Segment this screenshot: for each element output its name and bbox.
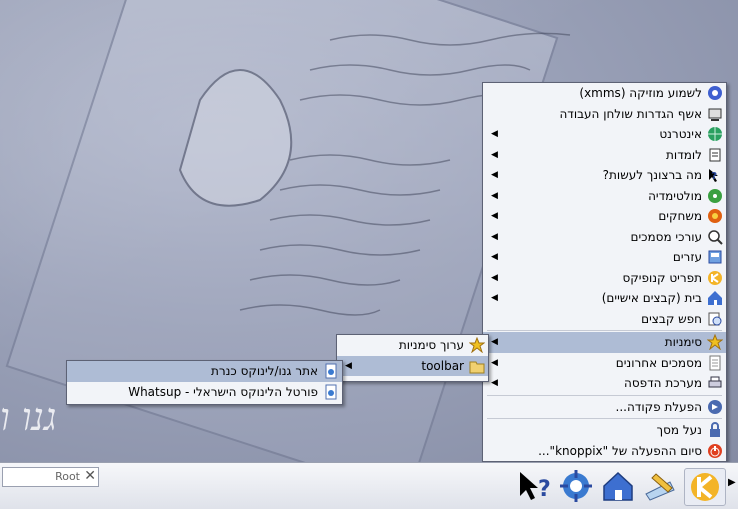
- toolbar-folder-icon: [469, 358, 485, 374]
- menu-item-label: משחקים: [658, 209, 702, 223]
- menu-item[interactable]: נעל מסך: [483, 420, 726, 441]
- menu-item-label: סימניות: [664, 335, 702, 349]
- menu-item-label: הפעלת פקודה...: [615, 399, 702, 414]
- bookmarks-submenu: ערוך סימניות toolbar ◀: [336, 334, 489, 382]
- submenu-arrow-icon: ◀: [491, 337, 498, 347]
- music-icon: [707, 85, 723, 101]
- kmenu-icon[interactable]: [684, 468, 726, 506]
- menu-item[interactable]: סיום ההפעלה של "knoppix"...: [483, 441, 726, 462]
- menu-separator: [487, 418, 722, 419]
- svg-text:?: ?: [711, 171, 717, 182]
- submenu-arrow-icon: ◀: [491, 149, 498, 160]
- menu-item[interactable]: חפש קבצים: [483, 309, 726, 330]
- menu-item-label: נעל מסך: [656, 423, 702, 437]
- menu-item-label: אינטרנט: [659, 127, 702, 141]
- run-command-icon: [707, 399, 723, 415]
- menu-item[interactable]: מערכת הדפסה ◀: [483, 373, 726, 394]
- utilities-icon: [707, 249, 723, 265]
- desktop-wizard-icon: [707, 106, 723, 122]
- submenu-arrow-icon: ◀: [345, 360, 352, 371]
- menu-item[interactable]: ? מה ברצונך לעשות? ◀: [483, 165, 726, 186]
- menu-item[interactable]: פורטל הלינוקס הישראלי - Whatsup: [67, 382, 342, 403]
- magnifier-icon: [707, 229, 723, 245]
- submenu-arrow-icon: ◀: [491, 272, 498, 283]
- menu-item[interactable]: אינטרנט ◀: [483, 124, 726, 145]
- menu-item[interactable]: עזרים ◀: [483, 247, 726, 268]
- menu-separator: [487, 394, 722, 396]
- web-page-icon: [323, 384, 339, 400]
- close-icon[interactable]: ✕: [84, 468, 96, 484]
- lock-icon: [707, 422, 723, 438]
- svg-text:?: ?: [538, 477, 551, 502]
- menu-item-label: ערוך סימניות: [398, 338, 464, 352]
- submenu-arrow-icon: ◀: [491, 211, 498, 221]
- menu-item[interactable]: ערוך סימניות: [337, 335, 488, 356]
- submenu-arrow-icon: ◀: [491, 129, 498, 139]
- menu-item[interactable]: הפעלת פקודה...: [483, 397, 726, 418]
- submenu-arrow-icon: ◀: [491, 378, 498, 388]
- menu-item[interactable]: מסמכים אחרונים ◀: [483, 353, 726, 374]
- edutainment-icon: [707, 147, 723, 163]
- menu-item[interactable]: משחקים ◀: [483, 206, 726, 227]
- home-folder-icon[interactable]: [600, 468, 636, 504]
- menu-item[interactable]: לשמוע מוזיקה (xmms): [483, 83, 726, 104]
- menu-item-label: סיום ההפעלה של "knoppix"...: [538, 443, 702, 458]
- submenu-arrow-icon: ◀: [491, 293, 498, 303]
- submenu-arrow-icon: ◀: [491, 357, 498, 368]
- globe-icon: [707, 126, 723, 142]
- menu-item[interactable]: בית (קבצים אישיים) ◀: [483, 288, 726, 309]
- submenu-arrow-icon: ◀: [491, 231, 498, 242]
- bookmarks-star-icon: [706, 333, 724, 351]
- editor-icon[interactable]: [642, 468, 678, 504]
- menu-item-label: מולטימדיה: [648, 188, 702, 203]
- menu-item-label: אתר גנו/לינוקס כנרת: [210, 364, 318, 378]
- menu-item-label: לומדות: [666, 147, 702, 162]
- find-files-icon: [707, 311, 723, 327]
- menu-item[interactable]: אתר גנו/לינוקס כנרת: [67, 361, 342, 382]
- menu-item-label: בית (קבצים אישיים): [601, 291, 702, 305]
- help-icon[interactable]: ?: [516, 468, 552, 504]
- help-arrow-icon: ?: [707, 167, 723, 183]
- menu-item-label: מערכת הדפסה: [624, 376, 702, 390]
- menu-separator: [487, 330, 722, 331]
- menu-item-label: פורטל הלינוקס הישראלי - Whatsup: [128, 384, 318, 399]
- menu-item-label: תפריט קנופיקס: [622, 270, 703, 285]
- kmenu-main: לשמוע מוזיקה (xmms) אשף הגדרות שולחן העבו…: [482, 82, 727, 462]
- menu-item-label: מה ברצונך לעשות?: [602, 168, 702, 182]
- home-icon: [707, 290, 723, 306]
- network-icon[interactable]: [558, 468, 594, 504]
- menu-item-label: עזרים: [672, 250, 702, 264]
- menu-item[interactable]: מולטימדיה ◀: [483, 186, 726, 207]
- menu-item[interactable]: אשף הגדרות שולחן העבודה: [483, 104, 726, 125]
- menu-item-label: חפש קבצים: [641, 311, 702, 326]
- submenu-arrow-icon: ◀: [491, 190, 498, 201]
- menu-item[interactable]: תפריט קנופיקס ◀: [483, 268, 726, 289]
- menu-item[interactable]: toolbar ◀: [337, 355, 488, 376]
- taskbar-scroll-right-arrow[interactable]: ▶: [728, 477, 736, 488]
- pager-label: Root: [55, 470, 80, 483]
- multimedia-icon: [707, 188, 723, 204]
- submenu-arrow-icon: ◀: [491, 170, 498, 180]
- taskbar: Root ✕ ? ▶: [0, 462, 738, 509]
- submenu-arrow-icon: ◀: [491, 252, 498, 262]
- printer-icon: [707, 375, 723, 391]
- pager[interactable]: Root ✕: [2, 467, 99, 487]
- menu-item[interactable]: סימניות ◀: [483, 332, 726, 353]
- menu-item[interactable]: לומדות ◀: [483, 145, 726, 166]
- menu-item-label: עורכי מסמכים: [630, 229, 702, 244]
- menu-item-label: אשף הגדרות שולחן העבודה: [559, 106, 702, 121]
- menu-item-label: מסמכים אחרונים: [615, 355, 702, 370]
- menu-item[interactable]: עורכי מסמכים ◀: [483, 227, 726, 248]
- edit-bookmarks-star-icon: [468, 336, 486, 354]
- web-page-icon: [323, 363, 339, 379]
- knoppix-icon: [707, 270, 723, 286]
- toolbar-submenu: אתר גנו/לינוקס כנרת פורטל הלינוקס הישראלי…: [66, 360, 343, 405]
- wallpaper-logo-text: גנו ו: [0, 395, 57, 439]
- games-icon: [707, 208, 723, 224]
- recent-documents-icon: [707, 355, 723, 371]
- menu-item-label: לשמוע מוזיקה (xmms): [579, 86, 702, 100]
- menu-item-label: toolbar: [421, 358, 464, 373]
- logout-icon: [707, 443, 723, 459]
